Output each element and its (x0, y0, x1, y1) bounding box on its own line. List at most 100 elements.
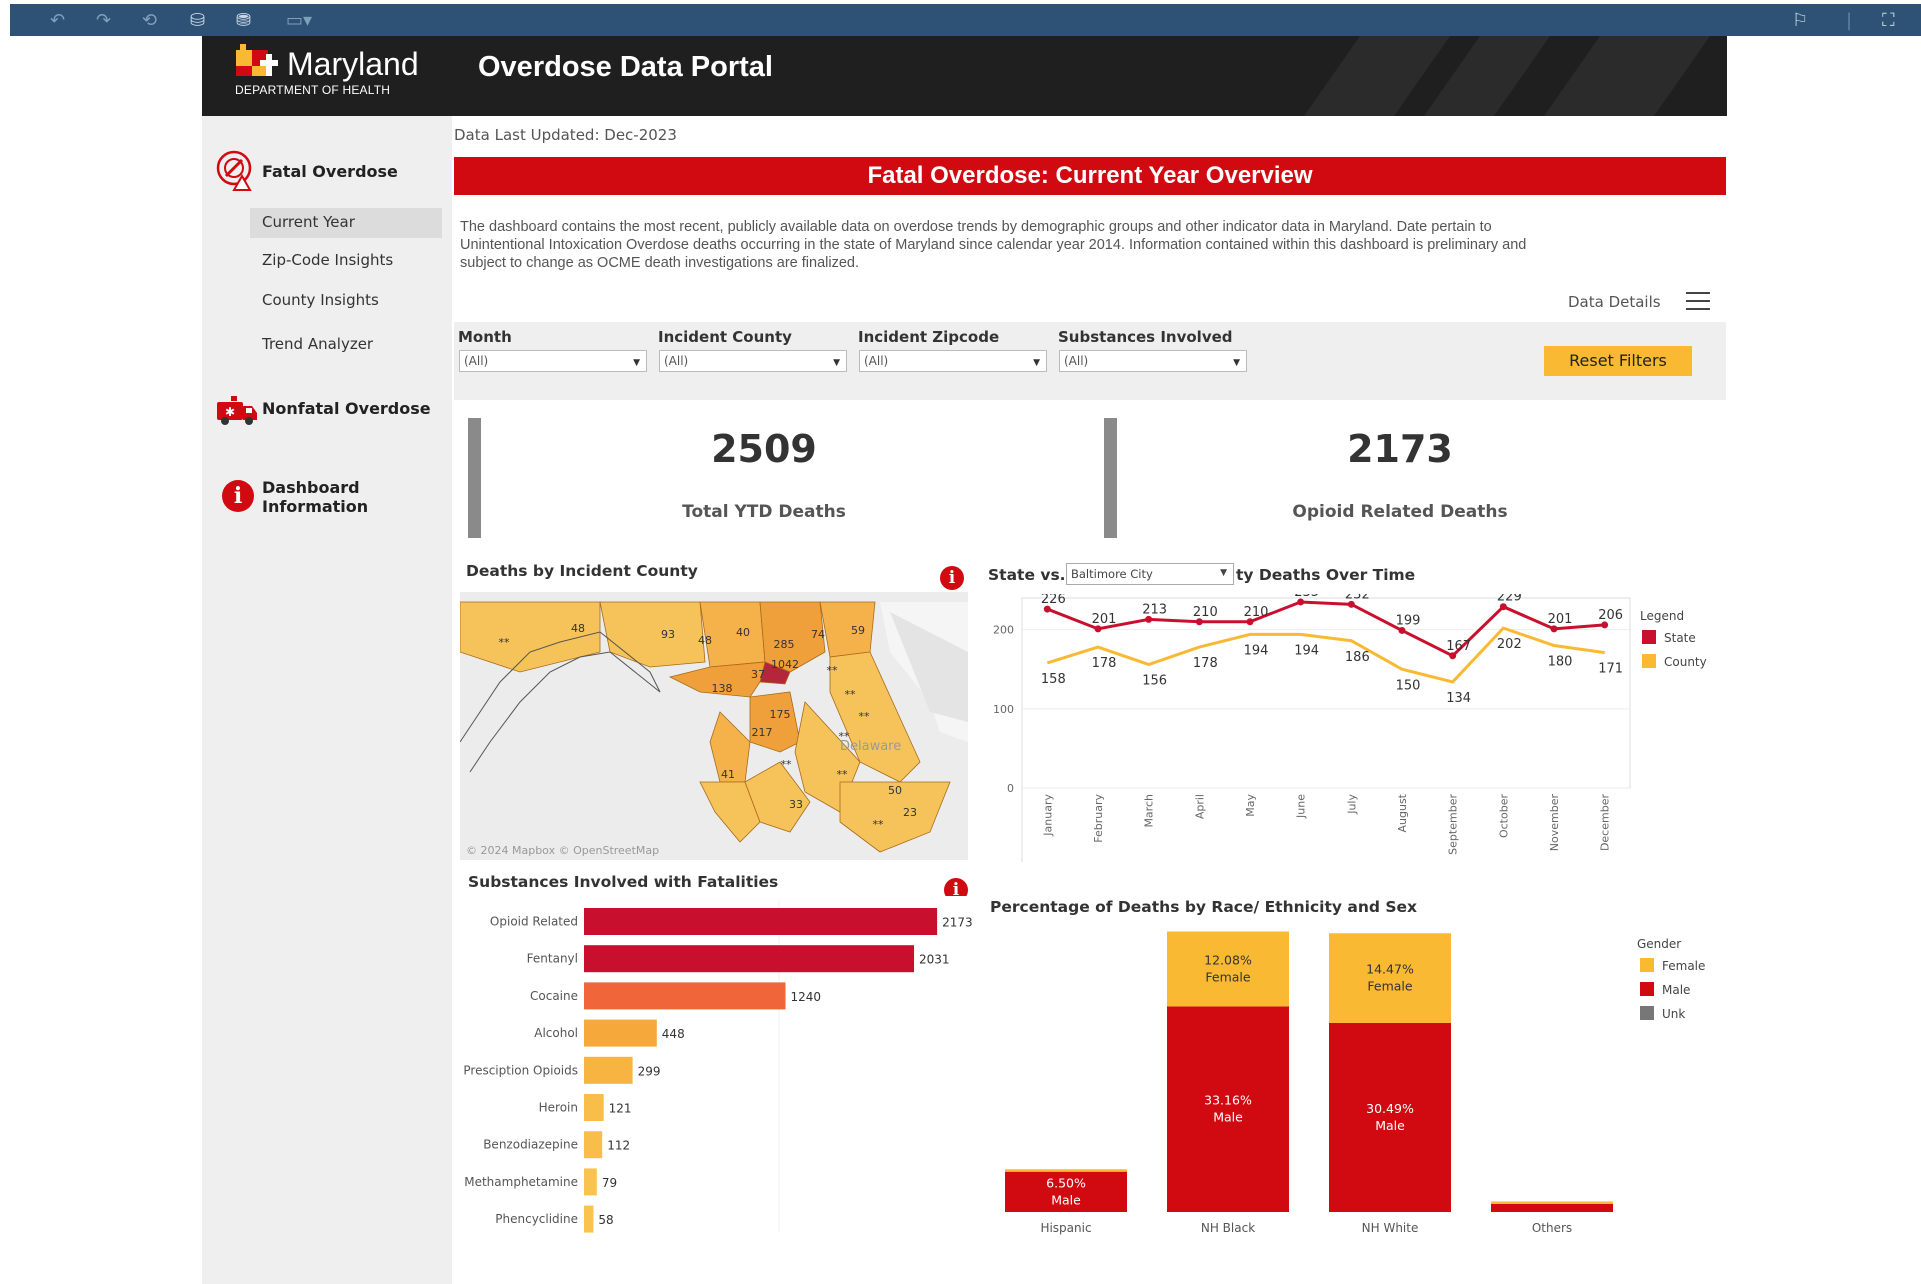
kpi-value: 2509 (711, 427, 817, 471)
data-label: 171 (1598, 662, 1623, 677)
data-label: 178 (1092, 656, 1117, 671)
data-label: 150 (1396, 678, 1421, 693)
segment-label: 33.16% (1204, 1093, 1252, 1108)
bar-value-label: 112 (607, 1139, 630, 1153)
county-label: 59 (851, 624, 865, 637)
bar-value-label: 58 (598, 1213, 613, 1227)
state-county-line-chart: 0 100 200 January February March April May June J… (982, 594, 1722, 866)
revert-icon[interactable]: ⟲ (142, 12, 157, 30)
county-map[interactable]: Delaware ** 48 93 48 40 285 74 59 1042 3… (460, 592, 968, 860)
ambulance-icon: ✱ (217, 396, 257, 425)
nav-current-year[interactable]: Current Year (262, 213, 355, 231)
filter-zipcode-label: Incident Zipcode (858, 328, 1000, 346)
fullscreen-icon[interactable]: ⛶ (1882, 12, 1895, 30)
nav-zip-code-insights[interactable]: Zip-Code Insights (262, 251, 393, 269)
data-label: 180 (1548, 655, 1573, 670)
bar-value-label: 121 (609, 1102, 632, 1116)
chevron-down-icon: ▼ (633, 358, 640, 368)
county-label: ** (827, 664, 839, 677)
logo-wordmark: Maryland (287, 46, 419, 82)
nav-nonfatal-overdose[interactable]: Nonfatal Overdose (262, 399, 431, 418)
bar-category-label: Fentanyl (527, 952, 578, 966)
nav-county-insights[interactable]: County Insights (262, 291, 379, 309)
county-label: ** (845, 688, 857, 701)
data-label: 226 (1041, 594, 1066, 607)
bar (584, 1131, 603, 1159)
filter-zipcode-select[interactable]: (All) ▼ (859, 350, 1047, 372)
bar (584, 1056, 633, 1084)
data-details-link[interactable]: Data Details (1568, 293, 1661, 311)
undo-icon[interactable]: ↶ (50, 12, 65, 30)
legend-label: Male (1662, 983, 1690, 997)
stacked-bar-segment (1491, 1203, 1613, 1212)
data-label: 178 (1193, 656, 1218, 671)
redo-icon[interactable]: ↷ (96, 12, 111, 30)
x-tick-label: April (1193, 794, 1206, 819)
y-tick-label: 200 (993, 624, 1014, 637)
county-label: 41 (721, 768, 735, 781)
data-label: 158 (1041, 672, 1066, 687)
filter-substances-select[interactable]: (All) ▼ (1059, 350, 1247, 372)
comment-icon[interactable]: ⚐ (1792, 12, 1808, 30)
x-tick-label: May (1244, 794, 1257, 817)
pause-updates-icon[interactable]: ⛃ (236, 12, 251, 30)
refresh-data-icon[interactable]: ⛁ (190, 12, 205, 30)
county-compare-select[interactable]: Baltimore City ▼ (1066, 563, 1234, 585)
map-credit: © 2024 Mapbox © OpenStreetMap (466, 844, 659, 857)
x-category-label: Hispanic (1040, 1221, 1091, 1235)
data-label: 202 (1497, 637, 1522, 652)
kpi-label: Opioid Related Deaths (1292, 502, 1508, 522)
kpi-label: Total YTD Deaths (682, 502, 846, 522)
segment-label: Male (1375, 1118, 1405, 1133)
legend-label: Unk (1662, 1007, 1685, 1021)
toolbar: ↶ ↷ ⟲ ⛁ ⛃ ▭▾ ⚐ | ⛶ (10, 4, 1921, 36)
legend-label: Female (1662, 959, 1705, 973)
data-label: 194 (1244, 643, 1269, 658)
county-label: 1042 (771, 658, 799, 671)
substances-title: Substances Involved with Fatalities (468, 873, 779, 891)
line-title-prefix: State vs. (988, 566, 1066, 584)
bar-category-label: Cocaine (530, 989, 578, 1003)
map-info-icon[interactable]: i (940, 566, 964, 590)
hamburger-menu-icon[interactable] (1686, 292, 1710, 310)
legend-label: County (1664, 655, 1707, 669)
nav-dashboard-information[interactable]: Dashboard Information (262, 478, 368, 516)
race-title: Percentage of Deaths by Race/ Ethnicity … (990, 898, 1418, 916)
county-label: ** (837, 768, 849, 781)
county-label: 23 (903, 806, 917, 819)
bar (584, 945, 915, 973)
county-label: ** (839, 730, 851, 743)
county-label: ** (859, 710, 871, 723)
nav-fatal-overdose[interactable]: Fatal Overdose (262, 162, 398, 181)
x-category-label: Others (1532, 1221, 1572, 1235)
reset-filters-button[interactable]: Reset Filters (1544, 346, 1692, 376)
bar-category-label: Presciption Opioids (463, 1063, 578, 1077)
data-label: 232 (1345, 594, 1370, 602)
county-label: 285 (774, 638, 795, 651)
stacked-bar-segment (1005, 1169, 1127, 1172)
county-label: 48 (571, 622, 585, 635)
county-label: 74 (811, 628, 825, 641)
filter-county-select[interactable]: (All) ▼ (659, 350, 847, 372)
bar (584, 982, 786, 1010)
data-label: 156 (1142, 674, 1167, 689)
page-title-banner: Fatal Overdose: Current Year Overview (454, 157, 1726, 195)
x-tick-label: August (1396, 793, 1409, 832)
stacked-bar-segment (1491, 1201, 1613, 1204)
segment-label: Female (1205, 969, 1251, 984)
nav-trend-analyzer[interactable]: Trend Analyzer (262, 335, 373, 353)
svg-text:✱: ✱ (225, 405, 235, 419)
bar-value-label: 79 (602, 1176, 617, 1190)
bar-category-label: Phencyclidine (495, 1212, 578, 1226)
filter-month-select[interactable]: (All) ▼ (459, 350, 647, 372)
site-header: Maryland DEPARTMENT OF HEALTH Overdose D… (202, 36, 1727, 116)
kpi-total-ytd-deaths: 2509 Total YTD Deaths (454, 412, 1074, 542)
kpi-opioid-related-deaths: 2173 Opioid Related Deaths (1090, 412, 1710, 542)
data-label: 199 (1396, 613, 1421, 628)
data-label: 229 (1497, 594, 1522, 605)
view-icon[interactable]: ▭▾ (286, 12, 312, 30)
data-label: 206 (1598, 608, 1623, 623)
legend-swatch (1640, 982, 1654, 996)
segment-label: 14.47% (1366, 962, 1414, 977)
x-tick-label: October (1497, 794, 1510, 838)
